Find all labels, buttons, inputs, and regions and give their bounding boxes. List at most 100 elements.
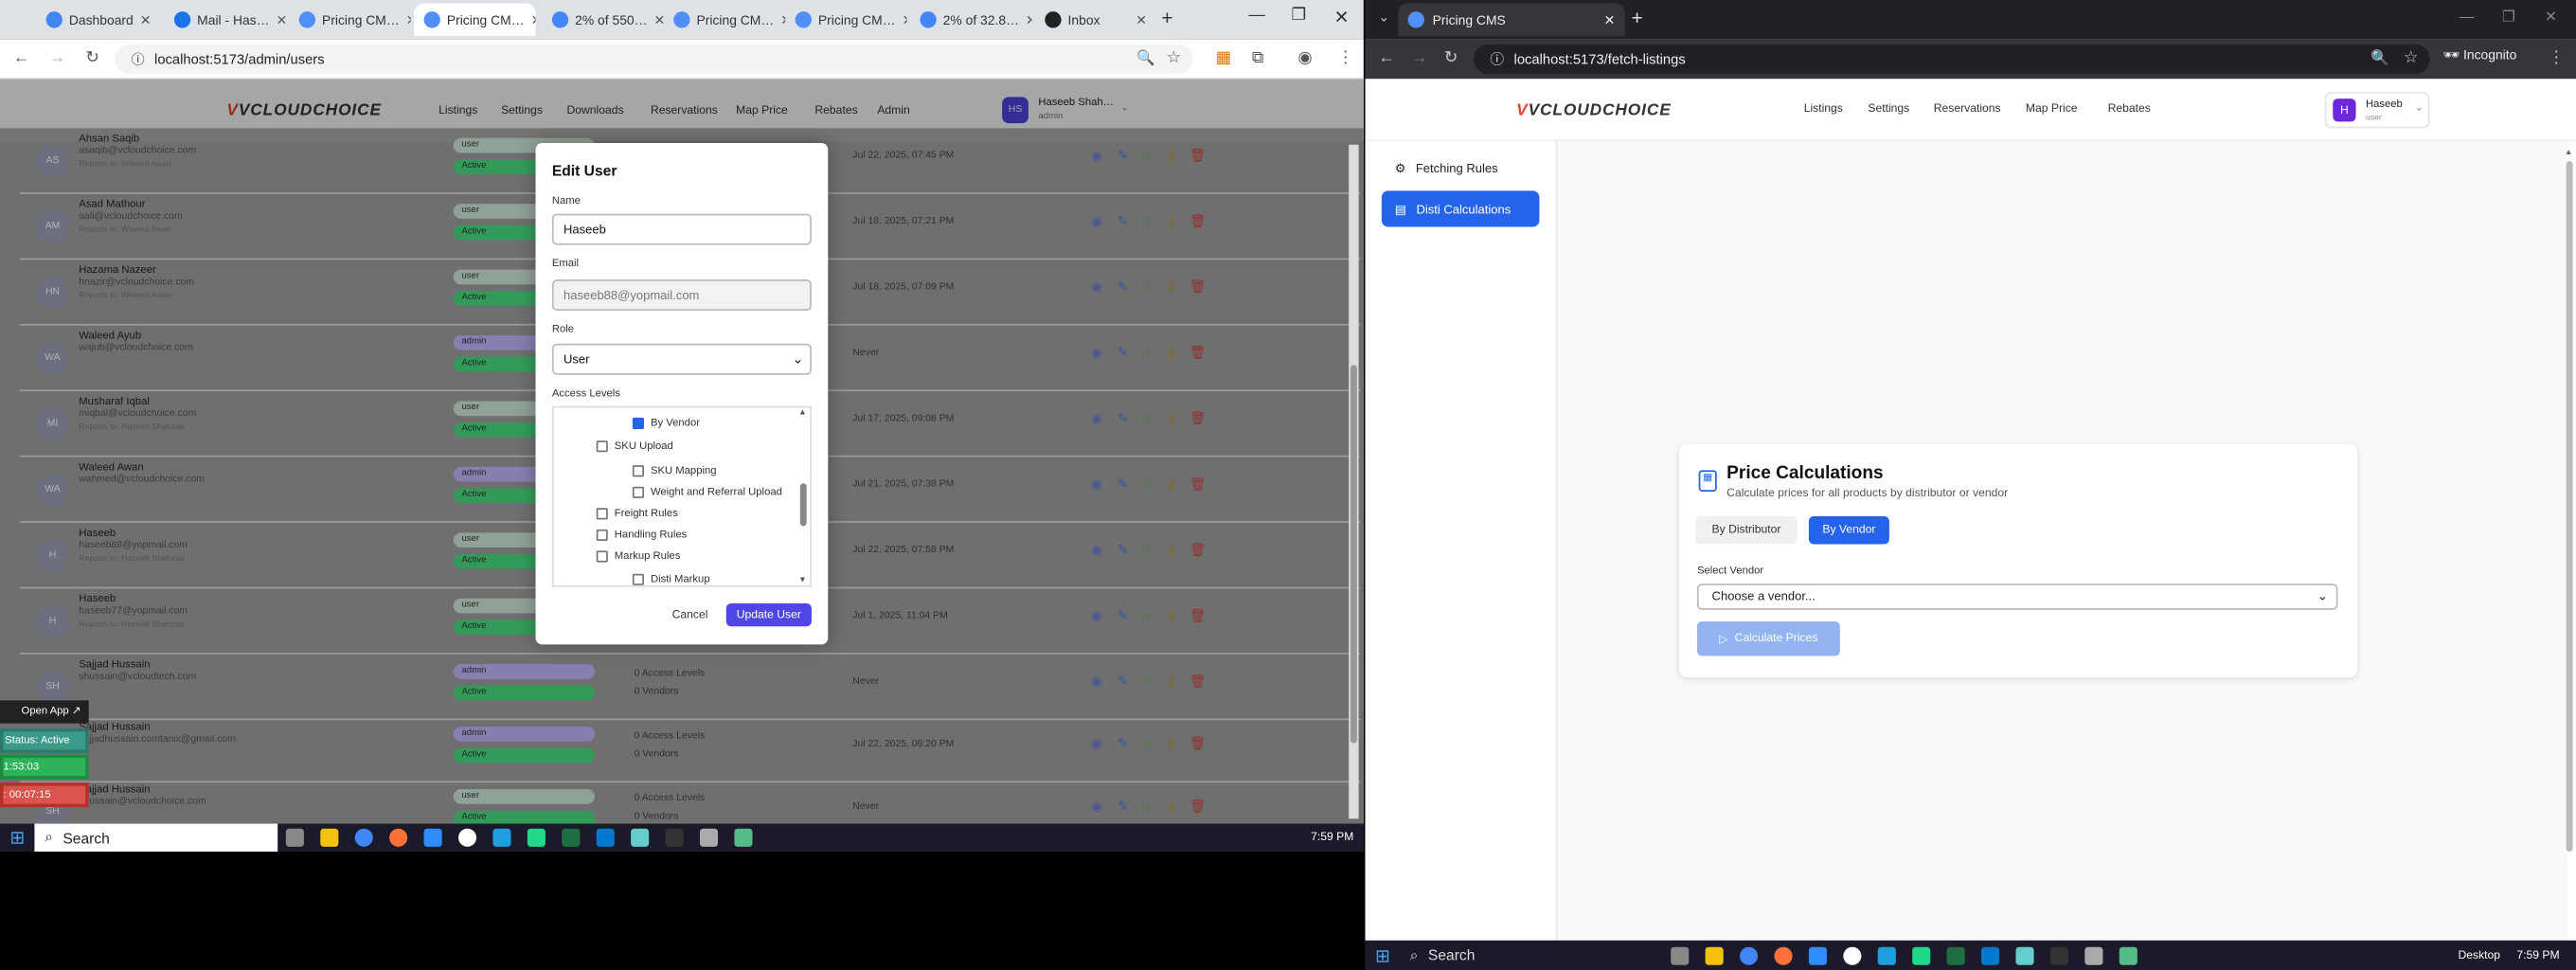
puzzle-icon[interactable]: ⧉ xyxy=(1252,49,1263,67)
tab-item[interactable]: 2% of 550… ✕ xyxy=(542,3,664,36)
restore-icon[interactable]: ❐ xyxy=(2502,9,2515,27)
nav-listings[interactable]: Listings xyxy=(1804,103,1843,115)
close-tab-icon[interactable]: ✕ xyxy=(903,12,907,27)
bookmark-star-icon[interactable]: ☆ xyxy=(2404,49,2419,67)
sidebar-item-disti-calculations[interactable]: ▤ Disti Calculations xyxy=(1381,190,1540,227)
update-user-button[interactable]: Update User xyxy=(725,602,812,627)
edge-icon[interactable] xyxy=(1878,945,1897,964)
checkbox-icon[interactable] xyxy=(632,486,645,498)
close-tab-icon[interactable]: ✕ xyxy=(531,12,536,27)
role-select[interactable]: User ⌄ xyxy=(551,343,812,375)
zoom-app-icon[interactable] xyxy=(423,828,443,847)
list-scroll-thumb[interactable] xyxy=(799,483,807,527)
close-tab-icon[interactable]: ✕ xyxy=(1026,12,1032,27)
pycharm-icon[interactable] xyxy=(1912,945,1931,964)
task-view-icon[interactable] xyxy=(286,828,305,847)
zoom-app-icon[interactable] xyxy=(1809,945,1828,964)
taskbar-search[interactable]: ⌕ Search xyxy=(34,823,278,853)
access-checkbox[interactable]: Markup Rules xyxy=(596,550,680,563)
scroll-up-icon[interactable]: ▲ xyxy=(2565,148,2573,157)
new-tab-icon[interactable]: + xyxy=(1161,7,1172,29)
access-checkbox[interactable]: By Vendor xyxy=(632,417,700,429)
firefox-icon[interactable] xyxy=(1774,945,1793,964)
access-checkbox[interactable]: Handling Rules xyxy=(596,529,687,542)
open-app-button[interactable]: Open App ↗ xyxy=(0,700,89,724)
vendor-select[interactable]: Choose a vendor... ⌄ xyxy=(1696,584,2338,610)
restore-icon[interactable]: ❐ xyxy=(1291,7,1306,25)
url-field[interactable]: ⓘ localhost:5173/fetch-listings xyxy=(1474,44,2430,75)
cancel-button[interactable]: Cancel xyxy=(667,603,713,626)
access-checkbox[interactable]: Freight Rules xyxy=(596,508,678,520)
task-view-icon[interactable] xyxy=(1671,945,1690,964)
tab-item[interactable]: Pricing CM…✕ xyxy=(414,3,536,37)
email-input[interactable]: haseeb88@yopmail.com xyxy=(551,279,812,312)
forward-icon[interactable]: → xyxy=(49,49,65,67)
by-vendor-tab[interactable]: By Vendor xyxy=(1808,515,1889,545)
app2-icon[interactable] xyxy=(2084,945,2103,964)
explorer-icon[interactable] xyxy=(320,828,339,847)
new-tab-icon[interactable]: + xyxy=(1632,7,1643,29)
vscode-icon[interactable] xyxy=(597,828,616,847)
checkbox-icon[interactable] xyxy=(596,440,608,453)
vscode-icon[interactable] xyxy=(1981,945,2000,964)
checkbox-icon[interactable] xyxy=(632,417,645,429)
nav-map-price[interactable]: Map Price xyxy=(2026,103,2078,115)
minimize-icon[interactable]: — xyxy=(2460,9,2475,25)
bookmark-star-icon[interactable]: ☆ xyxy=(1167,49,1182,67)
list-scrollbar[interactable]: ▲ ▼ xyxy=(798,407,808,585)
edge-icon[interactable] xyxy=(492,828,511,847)
excel-icon[interactable] xyxy=(1946,945,1966,964)
nav-settings[interactable]: Settings xyxy=(1868,103,1909,115)
checkbox-icon[interactable] xyxy=(596,508,608,520)
reload-icon[interactable]: ↻ xyxy=(1444,49,1458,67)
explorer-icon[interactable] xyxy=(1705,945,1725,964)
scrollbar-thumb[interactable] xyxy=(1350,365,1357,744)
app-icon[interactable] xyxy=(1843,945,1862,964)
nav-reservations[interactable]: Reservations xyxy=(1934,103,2001,115)
menu-icon[interactable]: ⋮ xyxy=(2549,49,2565,67)
tab-pricing-cms[interactable]: Pricing CMS ✕ xyxy=(1398,3,1625,37)
profile-icon[interactable]: ◉ xyxy=(1297,49,1312,67)
right-scrollbar[interactable]: ▲ xyxy=(2565,148,2574,865)
access-checkbox[interactable]: SKU Upload xyxy=(596,440,673,453)
minimize-icon[interactable]: — xyxy=(1248,7,1264,25)
start-icon[interactable]: ⊞ xyxy=(9,827,25,849)
calc-icon[interactable] xyxy=(2120,945,2138,964)
url-field[interactable]: ⓘ localhost:5173/admin/users xyxy=(115,44,1193,75)
tab-item[interactable]: Pricing CM…✕ xyxy=(664,3,785,36)
app-icon[interactable] xyxy=(458,828,477,847)
back-icon[interactable]: ← xyxy=(13,49,29,67)
close-tab-icon[interactable]: ✕ xyxy=(406,12,411,27)
close-tab-icon[interactable]: ✕ xyxy=(1136,12,1147,27)
access-levels-list[interactable]: By Vendor SKU Upload SKU Mapping Weight and… xyxy=(551,405,812,587)
notepad-icon[interactable] xyxy=(631,828,650,847)
notepad-icon[interactable] xyxy=(2015,945,2034,964)
close-window-icon[interactable]: ✕ xyxy=(2545,9,2557,27)
close-tab-icon[interactable]: ✕ xyxy=(653,12,663,27)
nav-rebates[interactable]: Rebates xyxy=(2108,103,2151,115)
menu-icon[interactable]: ⋮ xyxy=(1337,49,1353,67)
checkbox-icon[interactable] xyxy=(632,465,645,477)
scrollbar-thumb[interactable] xyxy=(2566,161,2573,853)
firefox-icon[interactable] xyxy=(389,828,408,847)
calc-icon[interactable] xyxy=(734,828,753,847)
user-menu[interactable]: H Haseeb user ⌄ xyxy=(2324,92,2430,129)
sidebar-item-fetching-rules[interactable]: ⚙ Fetching Rules xyxy=(1382,152,1540,185)
incognito-badge[interactable]: 🕶 Incognito xyxy=(2442,47,2516,63)
chrome-icon[interactable] xyxy=(355,828,374,847)
scroll-up-icon[interactable]: ▲ xyxy=(798,407,807,417)
checkbox-icon[interactable] xyxy=(632,573,645,585)
checkbox-icon[interactable] xyxy=(596,550,608,563)
scroll-down-icon[interactable]: ▼ xyxy=(798,575,807,584)
tab-item[interactable]: Dashboard ✕ xyxy=(36,3,157,36)
access-checkbox[interactable]: Weight and Referral Upload xyxy=(632,486,782,498)
back-icon[interactable]: ← xyxy=(1378,49,1394,67)
excel-icon[interactable] xyxy=(562,828,581,847)
app2-icon[interactable] xyxy=(700,828,719,847)
close-tab-icon[interactable]: ✕ xyxy=(276,12,285,27)
close-tab-icon[interactable]: ✕ xyxy=(1604,12,1616,27)
tab-item[interactable]: Pricing CM…✕ xyxy=(785,3,907,36)
tab-item[interactable]: Inbox ✕ xyxy=(1035,3,1156,36)
close-tab-icon[interactable]: ✕ xyxy=(140,12,152,27)
terminal-icon[interactable] xyxy=(665,828,685,847)
